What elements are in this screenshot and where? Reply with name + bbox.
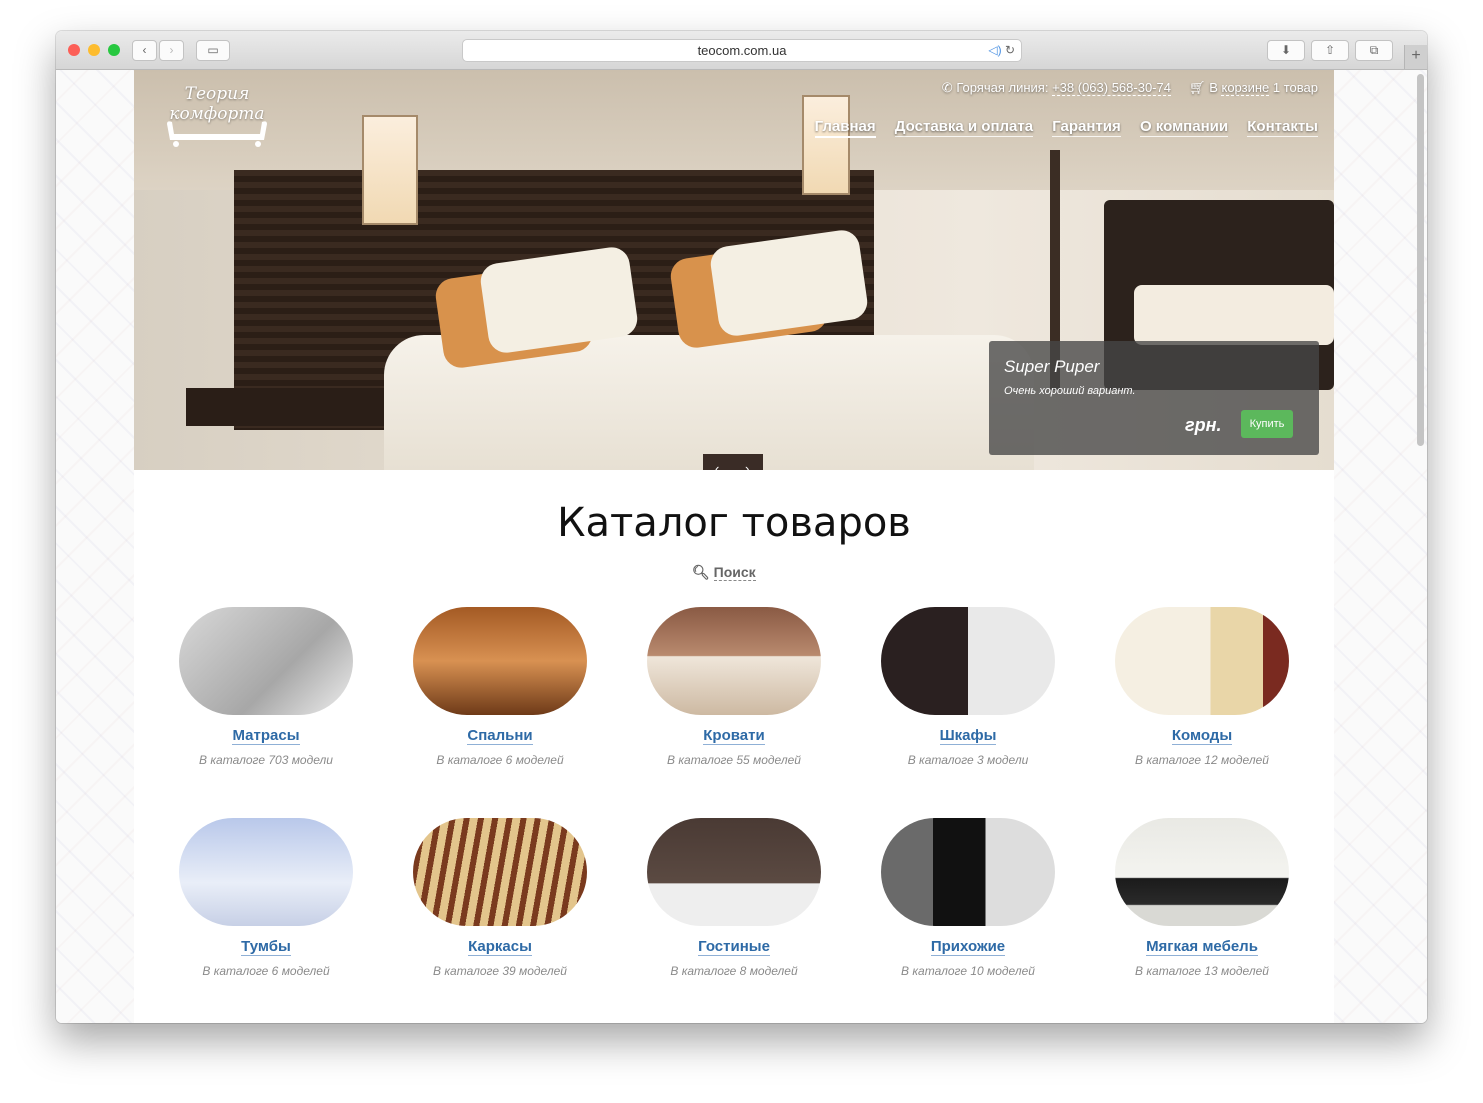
- category-count: В каталоге 10 моделей: [901, 964, 1035, 978]
- category-name[interactable]: Шкафы: [939, 727, 997, 745]
- promo-title[interactable]: Super Puper: [1004, 357, 1099, 377]
- category-card[interactable]: Шкафы В каталоге 3 модели: [868, 607, 1068, 767]
- category-count: В каталоге 6 моделей: [436, 753, 564, 767]
- new-tab-button[interactable]: +: [1404, 45, 1427, 69]
- category-image-wardrobe[interactable]: [881, 607, 1055, 715]
- category-image-hallway[interactable]: [881, 818, 1055, 926]
- downloads-button[interactable]: ⬇: [1267, 40, 1305, 61]
- forward-button[interactable]: ›: [159, 40, 184, 61]
- category-count: В каталоге 55 моделей: [667, 753, 801, 767]
- hero-slider: Теория комфорта ✆ Горячая линия: +38 (06…: [134, 70, 1334, 470]
- nav-warranty[interactable]: Гарантия: [1052, 118, 1121, 137]
- tabs-overview-button[interactable]: ⧉: [1355, 40, 1393, 61]
- zoom-window-button[interactable]: [108, 44, 120, 56]
- browser-toolbar: ‹ › ▭ teocom.com.ua ◁) ↻ ⬇ ⇧ ⧉ +: [56, 31, 1427, 70]
- category-count: В каталоге 6 моделей: [202, 964, 330, 978]
- category-name[interactable]: Тумбы: [241, 938, 291, 956]
- category-image-living-room[interactable]: [647, 818, 821, 926]
- share-icon: ⇧: [1324, 43, 1336, 57]
- cart-prefix: В: [1209, 80, 1218, 95]
- catalog-title: Каталог товаров: [557, 500, 911, 546]
- category-name[interactable]: Комоды: [1171, 727, 1233, 745]
- category-image-bedroom[interactable]: [413, 607, 587, 715]
- category-name[interactable]: Мягкая мебель: [1146, 938, 1258, 956]
- category-name[interactable]: Гостиные: [698, 938, 770, 956]
- plus-icon: +: [1411, 47, 1421, 64]
- tabs-icon: ⧉: [1369, 43, 1379, 57]
- hotline-phone-link[interactable]: +38 (063) 568-30-74: [1052, 80, 1171, 96]
- reload-icon[interactable]: ↻: [1005, 43, 1015, 57]
- speaker-icon[interactable]: ◁): [988, 43, 1001, 57]
- category-name[interactable]: Кровати: [703, 727, 765, 745]
- browser-window: ‹ › ▭ teocom.com.ua ◁) ↻ ⬇ ⇧ ⧉ + Теория …: [56, 31, 1427, 1023]
- category-image-mattress[interactable]: [179, 607, 353, 715]
- main-nav: Главная Доставка и оплата Гарантия О ком…: [800, 118, 1318, 138]
- nav-home[interactable]: Главная: [814, 118, 876, 138]
- chevron-right-icon: ›: [169, 43, 174, 57]
- category-count: В каталоге 39 моделей: [433, 964, 567, 978]
- chevron-right-icon[interactable]: ›: [745, 461, 749, 470]
- cart-icon: 🛒︎: [1189, 80, 1206, 95]
- sofa-logo-icon: [167, 121, 267, 147]
- page-content: Теория комфорта ✆ Горячая линия: +38 (06…: [134, 70, 1334, 1023]
- minimize-window-button[interactable]: [88, 44, 100, 56]
- hotline-label: Горячая линия:: [956, 80, 1049, 95]
- catalog-search[interactable]: 🔍︎ Поиск: [692, 564, 756, 581]
- category-card[interactable]: Тумбы В каталоге 6 моделей: [166, 818, 366, 978]
- nav-about[interactable]: О компании: [1139, 118, 1229, 137]
- logo-text-line1: Теория: [184, 84, 250, 104]
- promo-card: Super Puper Очень хороший вариант. грн. …: [989, 341, 1319, 455]
- nav-delivery[interactable]: Доставка и оплата: [894, 118, 1034, 137]
- download-icon: ⬇: [1280, 43, 1292, 57]
- category-count: В каталоге 13 моделей: [1135, 964, 1269, 978]
- category-card[interactable]: Спальни В каталоге 6 моделей: [400, 607, 600, 767]
- address-bar[interactable]: teocom.com.ua ◁) ↻: [462, 39, 1022, 62]
- category-card[interactable]: Прихожие В каталоге 10 моделей: [868, 818, 1068, 978]
- share-button[interactable]: ⇧: [1311, 40, 1349, 61]
- category-name[interactable]: Каркасы: [468, 938, 532, 956]
- category-image-dresser[interactable]: [1115, 607, 1289, 715]
- chevron-left-icon: ‹: [142, 43, 147, 57]
- category-card[interactable]: Каркасы В каталоге 39 моделей: [400, 818, 600, 978]
- category-image-bed-frame[interactable]: [413, 818, 587, 926]
- search-label[interactable]: Поиск: [713, 564, 756, 581]
- scrollbar[interactable]: [1417, 74, 1424, 446]
- category-image-nightstand[interactable]: [179, 818, 353, 926]
- header-contacts: ✆ Горячая линия: +38 (063) 568-30-74 🛒︎ …: [942, 80, 1318, 96]
- category-name[interactable]: Прихожие: [930, 938, 1006, 956]
- category-name[interactable]: Спальни: [467, 727, 533, 745]
- page-viewport: Теория комфорта ✆ Горячая линия: +38 (06…: [56, 70, 1427, 1023]
- sidebar-icon: ▭: [207, 43, 219, 57]
- cart-count: 1 товар: [1272, 80, 1318, 95]
- sidebar-toggle-button[interactable]: ▭: [196, 40, 230, 61]
- category-card[interactable]: Мягкая мебель В каталоге 13 моделей: [1102, 818, 1302, 978]
- phone-icon: ✆: [941, 80, 953, 95]
- search-icon: 🔍︎: [692, 564, 710, 580]
- category-count: В каталоге 703 модели: [199, 753, 333, 767]
- category-count: В каталоге 12 моделей: [1135, 753, 1269, 767]
- cart-link[interactable]: корзине: [1221, 80, 1270, 96]
- category-card[interactable]: Гостиные В каталоге 8 моделей: [634, 818, 834, 978]
- category-count: В каталоге 8 моделей: [670, 964, 798, 978]
- category-name[interactable]: Матрасы: [232, 727, 300, 745]
- site-logo[interactable]: Теория комфорта: [152, 78, 282, 158]
- buy-button[interactable]: Купить: [1241, 410, 1293, 438]
- category-card[interactable]: Комоды В каталоге 12 моделей: [1102, 607, 1302, 767]
- promo-price: грн.: [1185, 415, 1222, 435]
- category-card[interactable]: Кровати В каталоге 55 моделей: [634, 607, 834, 767]
- promo-subtitle: Очень хороший вариант.: [1004, 385, 1136, 397]
- nav-contacts[interactable]: Контакты: [1247, 118, 1318, 137]
- category-card[interactable]: Матрасы В каталоге 703 модели: [166, 607, 366, 767]
- category-image-upholstered[interactable]: [1115, 818, 1289, 926]
- category-count: В каталоге 3 модели: [907, 753, 1029, 767]
- slider-controls: ‹ ›: [703, 454, 763, 470]
- back-button[interactable]: ‹: [132, 40, 157, 61]
- category-image-bed[interactable]: [647, 607, 821, 715]
- close-window-button[interactable]: [68, 44, 80, 56]
- chevron-left-icon[interactable]: ‹: [715, 461, 719, 470]
- url-text: teocom.com.ua: [697, 43, 787, 58]
